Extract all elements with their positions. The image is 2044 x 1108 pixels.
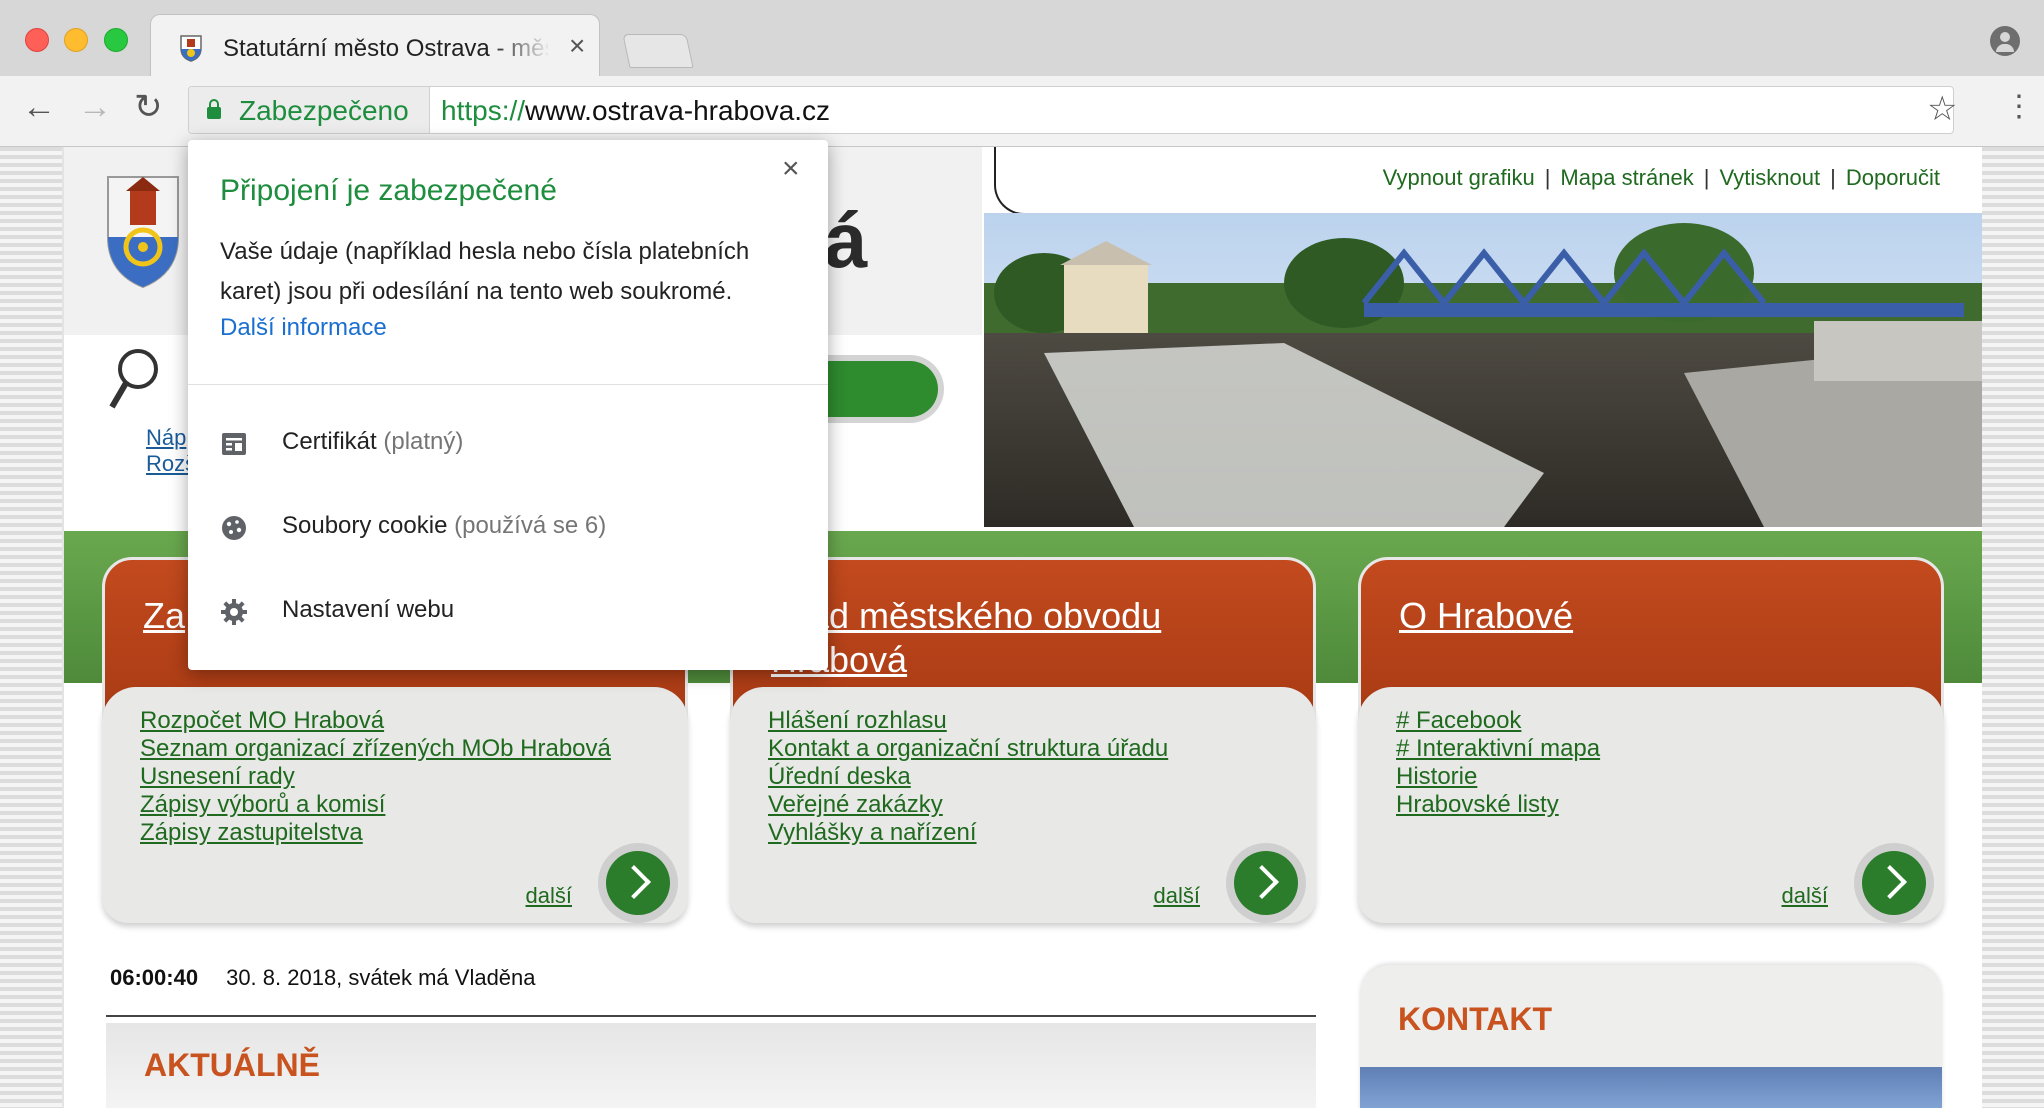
date-bar: 06:00:40 30. 8. 2018, svátek má Vladěna [110, 965, 536, 991]
nav-separator: | [1830, 165, 1836, 190]
tab-strip: Statutární město Ostrava - městský obvod… [0, 0, 2044, 76]
nav-separator: | [1703, 165, 1710, 190]
cookie-icon [222, 516, 246, 540]
forward-arrow-icon[interactable]: → [78, 90, 112, 124]
card-title[interactable]: O Hrabové [1399, 594, 1919, 638]
active-tab[interactable]: Statutární město Ostrava - městský obvod… [150, 14, 600, 76]
news-section: AKTUÁLNĚ [106, 1023, 1316, 1108]
close-window-button[interactable] [25, 28, 49, 52]
address-bar[interactable]: Zabezpečeno https://www.ostrava-hrabova.… [188, 86, 1957, 134]
clock: 06:00:40 [110, 965, 199, 990]
chevron-right-icon[interactable] [1862, 851, 1926, 915]
certificate-row[interactable]: Certifikát (platný) [220, 424, 780, 464]
row-status: (používá se 6) [454, 512, 607, 539]
tab-title-fade [491, 29, 551, 67]
new-tab-button[interactable] [622, 34, 694, 68]
card-link[interactable]: Usnesení rady [140, 763, 611, 791]
browser-toolbar: ← → ↻ Zabezpečeno https://www.ostrava-hr… [0, 76, 2044, 147]
card-body: Rozpočet MO Hrabová Seznam organizací zř… [102, 687, 688, 923]
row-label: Certifikát [282, 428, 377, 455]
row-label: Soubory cookie [282, 512, 448, 539]
card-title[interactable]: Úřad městského obvodu Hrabová [771, 594, 1291, 682]
contact-heading: KONTAKT [1398, 1001, 1553, 1037]
gear-icon [221, 599, 247, 625]
reload-icon[interactable]: ↻ [134, 90, 163, 124]
divider [106, 1015, 1316, 1017]
nav-link-recommend[interactable]: Doporučit [1846, 165, 1940, 190]
card-more-link[interactable]: další [526, 883, 572, 909]
chevron-right-icon[interactable] [1234, 851, 1298, 915]
bookmark-star-icon[interactable]: ☆ [1927, 89, 1957, 129]
card-link[interactable]: Zápisy zastupitelstva [140, 819, 611, 847]
coat-of-arms-icon [180, 35, 202, 62]
hero-photo-weir-bridge [984, 213, 1982, 527]
popup-title: Připojení je zabezpečené [220, 174, 557, 207]
more-info-link[interactable]: Další informace [220, 314, 387, 342]
card-link[interactable]: Rozpočet MO Hrabová [140, 707, 611, 735]
card-link[interactable]: Kontakt a organizační struktura úřadu [768, 735, 1168, 763]
card-link[interactable]: Veřejné zakázky [768, 791, 1168, 819]
zoom-window-button[interactable] [104, 28, 128, 52]
row-label: Nastavení webu [282, 596, 455, 623]
certificate-icon [222, 433, 246, 455]
card-body: # Facebook # Interaktivní mapa Historie … [1358, 687, 1944, 923]
card-link[interactable]: Zápisy výborů a komisí [140, 791, 611, 819]
card-about: O Hrabové # Facebook # Interaktivní mapa… [1358, 557, 1944, 927]
card-link[interactable]: Úřední deska [768, 763, 1168, 791]
page-background-left [0, 147, 62, 1108]
url-text[interactable]: https://www.ostrava-hrabova.cz [441, 95, 830, 127]
news-heading: AKTUÁLNĚ [144, 1047, 320, 1083]
card-link[interactable]: Seznam organizací zřízených MOb Hrabová [140, 735, 611, 763]
site-info-popup: × Připojení je zabezpečené Vaše údaje (n… [188, 140, 828, 670]
site-top-navigation: Vypnout grafiku | Mapa stránek | Vytisknout |… [994, 147, 1982, 215]
chevron-right-icon[interactable] [606, 851, 670, 915]
divider [188, 384, 828, 385]
card-link[interactable]: # Facebook [1396, 707, 1600, 735]
site-security-chip[interactable]: Zabezpečeno [189, 87, 430, 133]
row-status: (platný) [383, 428, 464, 455]
nav-link-sitemap[interactable]: Mapa stránek [1560, 165, 1693, 190]
date-text: 30. 8. 2018, svátek má Vladěna [226, 965, 536, 990]
back-arrow-icon[interactable]: ← [22, 90, 56, 124]
search-submit-button[interactable] [828, 361, 938, 417]
card-link[interactable]: Historie [1396, 763, 1600, 791]
tab-close-icon[interactable]: × [569, 30, 585, 62]
url-host: www.ostrava-hrabova.cz [525, 95, 831, 126]
card-link[interactable]: Hlášení rozhlasu [768, 707, 1168, 735]
secure-label: Zabezpečeno [239, 95, 409, 126]
cookies-row[interactable]: Soubory cookie (používá se 6) [220, 508, 780, 548]
nav-separator: | [1544, 165, 1551, 190]
coat-of-arms-icon [107, 176, 179, 289]
site-settings-row[interactable]: Nastavení webu [220, 592, 780, 632]
url-scheme: https:// [441, 95, 526, 126]
site-logo-fragment: á [824, 196, 868, 284]
card-more-link[interactable]: další [1154, 883, 1200, 909]
menu-dots-icon[interactable]: ⋮ [2004, 92, 2034, 122]
card-more-link[interactable]: další [1782, 883, 1828, 909]
popup-description: Vaše údaje (například hesla nebo čísla p… [220, 238, 750, 305]
profile-icon[interactable] [1990, 26, 2020, 56]
card-link[interactable]: Hrabovské listy [1396, 791, 1600, 819]
card-link[interactable]: Vyhlášky a nařízení [768, 819, 1168, 847]
card-body: Hlášení rozhlasu Kontakt a organizační s… [730, 687, 1316, 923]
help-link[interactable]: Náp [146, 425, 186, 451]
nav-link-print[interactable]: Vytisknout [1719, 165, 1820, 190]
contact-section: KONTAKT [1360, 965, 1942, 1108]
page-background-right [1982, 147, 2044, 1108]
lock-icon [207, 99, 221, 119]
contact-photo [1360, 1067, 1942, 1108]
close-icon[interactable]: × [782, 152, 800, 186]
nav-link-disable-graphics[interactable]: Vypnout grafiku [1383, 165, 1535, 190]
card-link[interactable]: # Interaktivní mapa [1396, 735, 1600, 763]
minimize-window-button[interactable] [64, 28, 88, 52]
